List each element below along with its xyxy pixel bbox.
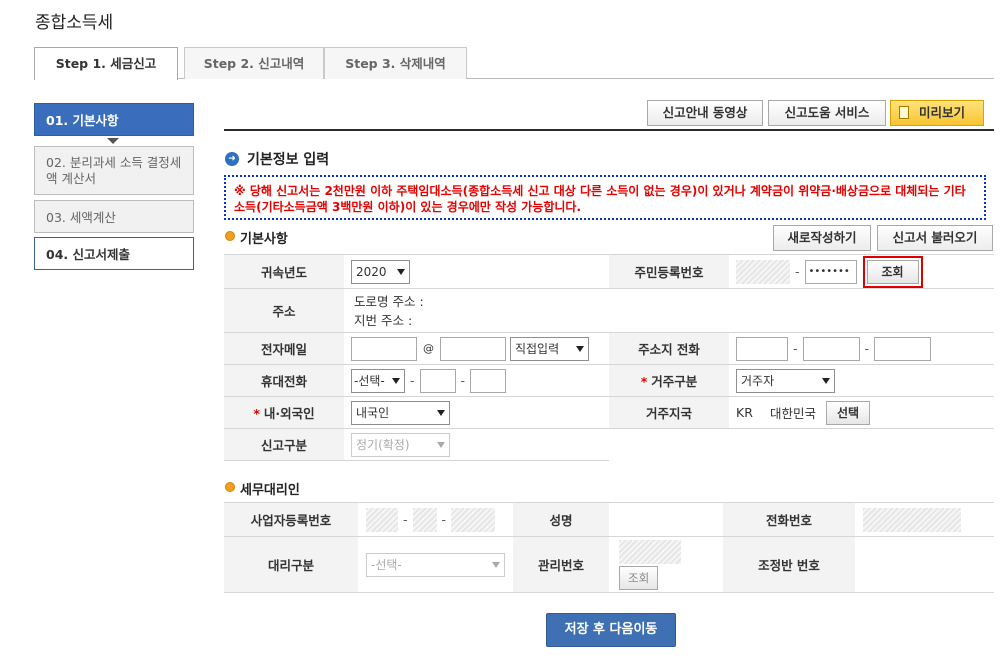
rrn-label: 주민등록번호 bbox=[609, 254, 729, 289]
agent-table: 사업자등록번호 -- 성명 전화번호 대리구분 -선택- 관리번호 조회 조정반… bbox=[224, 502, 994, 593]
lot-address: 지번 주소 : bbox=[354, 312, 413, 328]
email-at: @ bbox=[422, 342, 434, 355]
arrow-circle-icon: ➜ bbox=[225, 152, 239, 166]
agent-type-label: 대리구분 bbox=[224, 536, 358, 593]
agent-name-label: 성명 bbox=[513, 502, 609, 537]
tab-step1[interactable]: Step 1. 세금신고 bbox=[34, 47, 178, 80]
caret-down-icon bbox=[575, 345, 584, 352]
email-label: 전자메일 bbox=[224, 332, 344, 365]
document-icon bbox=[899, 106, 909, 119]
biz-no-field-1[interactable] bbox=[366, 507, 398, 532]
mobile-field-2[interactable] bbox=[419, 368, 456, 393]
year-select[interactable]: 2020 bbox=[351, 259, 410, 284]
mgmt-no-label: 관리번호 bbox=[513, 536, 609, 593]
biz-no-field-3[interactable] bbox=[451, 507, 496, 532]
team-no-label: 조정반 번호 bbox=[723, 536, 855, 593]
divider bbox=[224, 129, 994, 131]
bullet-icon bbox=[225, 482, 235, 492]
notice-box: ※ 당해 신고서는 2천만원 이하 주택임대소득(종합소득세 신고 대상 다른 … bbox=[224, 175, 986, 220]
rrn-front-field[interactable] bbox=[736, 259, 790, 284]
home-phone-field-3[interactable] bbox=[874, 336, 932, 361]
required-mark: * bbox=[253, 406, 260, 421]
region-name: 대한민국 bbox=[770, 406, 817, 421]
caret-down-icon bbox=[397, 268, 405, 275]
table-row: 휴대전화 -선택- - - * 거주구분 거주자 bbox=[224, 364, 994, 397]
email-id-field[interactable] bbox=[351, 336, 417, 361]
biz-no-label: 사업자등록번호 bbox=[224, 502, 358, 537]
new-write-button[interactable]: 새로작성하기 bbox=[773, 225, 871, 251]
year-label: 귀속년도 bbox=[224, 254, 344, 289]
table-row: 주소 도로명 주소 : 지번 주소 : bbox=[224, 288, 994, 333]
table-row: 귀속년도 2020 주민등록번호 - ••••••• 조회 bbox=[224, 254, 994, 289]
nationality-label: 내·외국인 bbox=[263, 406, 315, 421]
table-row: 신고구분 정기(확정) bbox=[224, 428, 994, 461]
tab-step2[interactable]: Step 2. 신고내역 bbox=[184, 47, 324, 79]
mgmt-no-field[interactable] bbox=[619, 539, 681, 564]
report-type-select[interactable]: 정기(확정) bbox=[351, 432, 450, 457]
preview-button[interactable]: 미리보기 bbox=[890, 100, 984, 126]
nationality-value: 내국인 bbox=[356, 405, 390, 420]
rrn-lookup-button[interactable]: 조회 bbox=[866, 259, 919, 284]
required-mark: * bbox=[640, 374, 648, 389]
region-label: 거주지국 bbox=[609, 396, 729, 429]
home-phone-field-1[interactable] bbox=[736, 336, 788, 361]
nationality-select[interactable]: 내국인 bbox=[351, 400, 450, 425]
mobile-prefix-select[interactable]: -선택- bbox=[351, 368, 405, 393]
agent-section-title: 세무대리인 bbox=[240, 483, 300, 498]
bullet-icon bbox=[225, 231, 235, 241]
year-value: 2020 bbox=[356, 264, 387, 279]
mobile-label: 휴대전화 bbox=[224, 364, 344, 397]
preview-label: 미리보기 bbox=[919, 105, 966, 120]
help-service-button[interactable]: 신고도움 서비스 bbox=[768, 100, 886, 126]
sidebar-item-submit[interactable]: 04. 신고서제출 bbox=[34, 237, 194, 270]
report-type-value: 정기(확정) bbox=[356, 437, 410, 452]
email-domain-field[interactable] bbox=[439, 336, 506, 361]
email-domain-value: 직접입력 bbox=[514, 341, 560, 356]
report-type-label: 신고구분 bbox=[224, 428, 344, 461]
region-code: KR bbox=[736, 405, 753, 420]
load-report-button[interactable]: 신고서 불러오기 bbox=[877, 225, 993, 251]
tab-step3[interactable]: Step 3. 삭제내역 bbox=[324, 47, 467, 79]
table-row: * 내·외국인 내국인 거주지국 KR 대한민국 선택 bbox=[224, 396, 994, 429]
mobile-prefix-value: -선택- bbox=[354, 373, 385, 388]
table-row: 대리구분 -선택- 관리번호 조회 조정반 번호 bbox=[224, 536, 994, 593]
agent-type-value: -선택- bbox=[371, 557, 402, 572]
agent-type-select[interactable]: -선택- bbox=[366, 552, 505, 577]
step-tabs: Step 1. 세금신고 Step 2. 신고내역 Step 3. 삭제내역 bbox=[34, 47, 994, 80]
sidebar-item-basic[interactable]: 01. 기본사항 bbox=[34, 103, 194, 136]
highlight-box: 조회 bbox=[862, 255, 923, 288]
email-domain-select[interactable]: 직접입력 bbox=[509, 336, 589, 361]
road-address: 도로명 주소 : bbox=[354, 293, 424, 309]
rrn-back-field[interactable]: ••••••• bbox=[804, 259, 857, 284]
sidebar-item-separate-tax[interactable]: 02. 분리과세 소득 결정세액 계산서 bbox=[34, 146, 194, 195]
table-row: 전자메일 @ 직접입력 주소지 전화 -- bbox=[224, 332, 994, 365]
agent-phone-field[interactable] bbox=[863, 507, 961, 532]
home-phone-field-2[interactable] bbox=[802, 336, 860, 361]
biz-no-field-2[interactable] bbox=[412, 507, 437, 532]
basic-info-table: 귀속년도 2020 주민등록번호 - ••••••• 조회 주소 도로명 주소 :… bbox=[224, 254, 994, 461]
section-title: 기본정보 입력 bbox=[247, 152, 330, 168]
save-next-button[interactable]: 저장 후 다음이동 bbox=[546, 613, 676, 647]
caret-down-icon bbox=[392, 377, 400, 384]
region-select-button[interactable]: 선택 bbox=[826, 400, 871, 425]
home-phone-label: 주소지 전화 bbox=[609, 332, 729, 365]
caret-down-icon bbox=[437, 441, 445, 448]
residence-label: 거주구분 bbox=[651, 374, 698, 389]
address-label: 주소 bbox=[224, 288, 344, 333]
mgmt-lookup-button[interactable]: 조회 bbox=[619, 565, 659, 590]
basic-section-title: 기본사항 bbox=[240, 232, 288, 247]
caret-down-icon bbox=[492, 561, 500, 568]
guide-video-button[interactable]: 신고안내 동영상 bbox=[647, 100, 763, 126]
residence-select[interactable]: 거주자 bbox=[736, 368, 835, 393]
chevron-down-icon bbox=[107, 138, 119, 144]
caret-down-icon bbox=[822, 377, 830, 384]
agent-phone-label: 전화번호 bbox=[723, 502, 855, 537]
page-title: 종합소득세 bbox=[35, 13, 114, 33]
sidebar-item-tax-calc[interactable]: 03. 세액계산 bbox=[34, 200, 194, 233]
table-row: 사업자등록번호 -- 성명 전화번호 bbox=[224, 502, 994, 537]
residence-value: 거주자 bbox=[741, 373, 775, 388]
mobile-field-3[interactable] bbox=[470, 368, 507, 393]
caret-down-icon bbox=[437, 409, 445, 416]
